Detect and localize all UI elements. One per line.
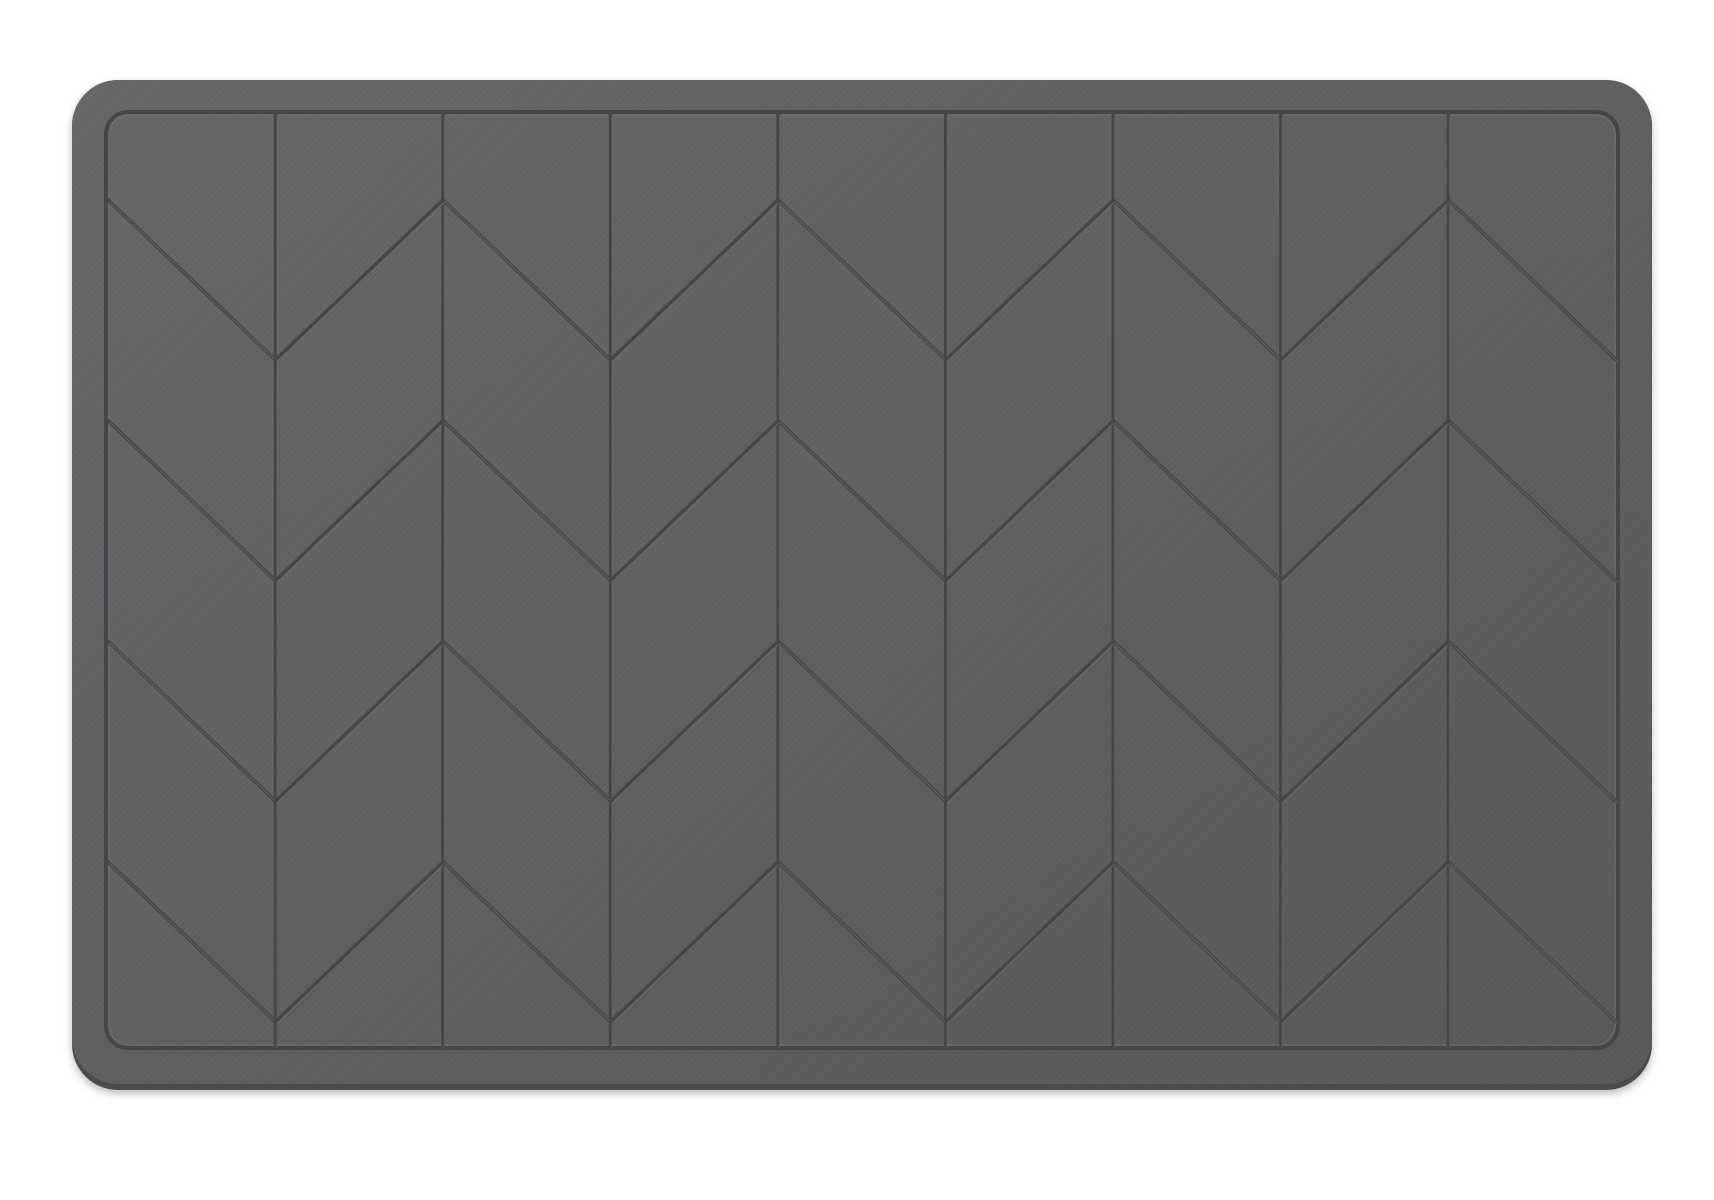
product-image bbox=[0, 0, 1714, 1200]
bath-mat-illustration bbox=[72, 80, 1652, 1090]
